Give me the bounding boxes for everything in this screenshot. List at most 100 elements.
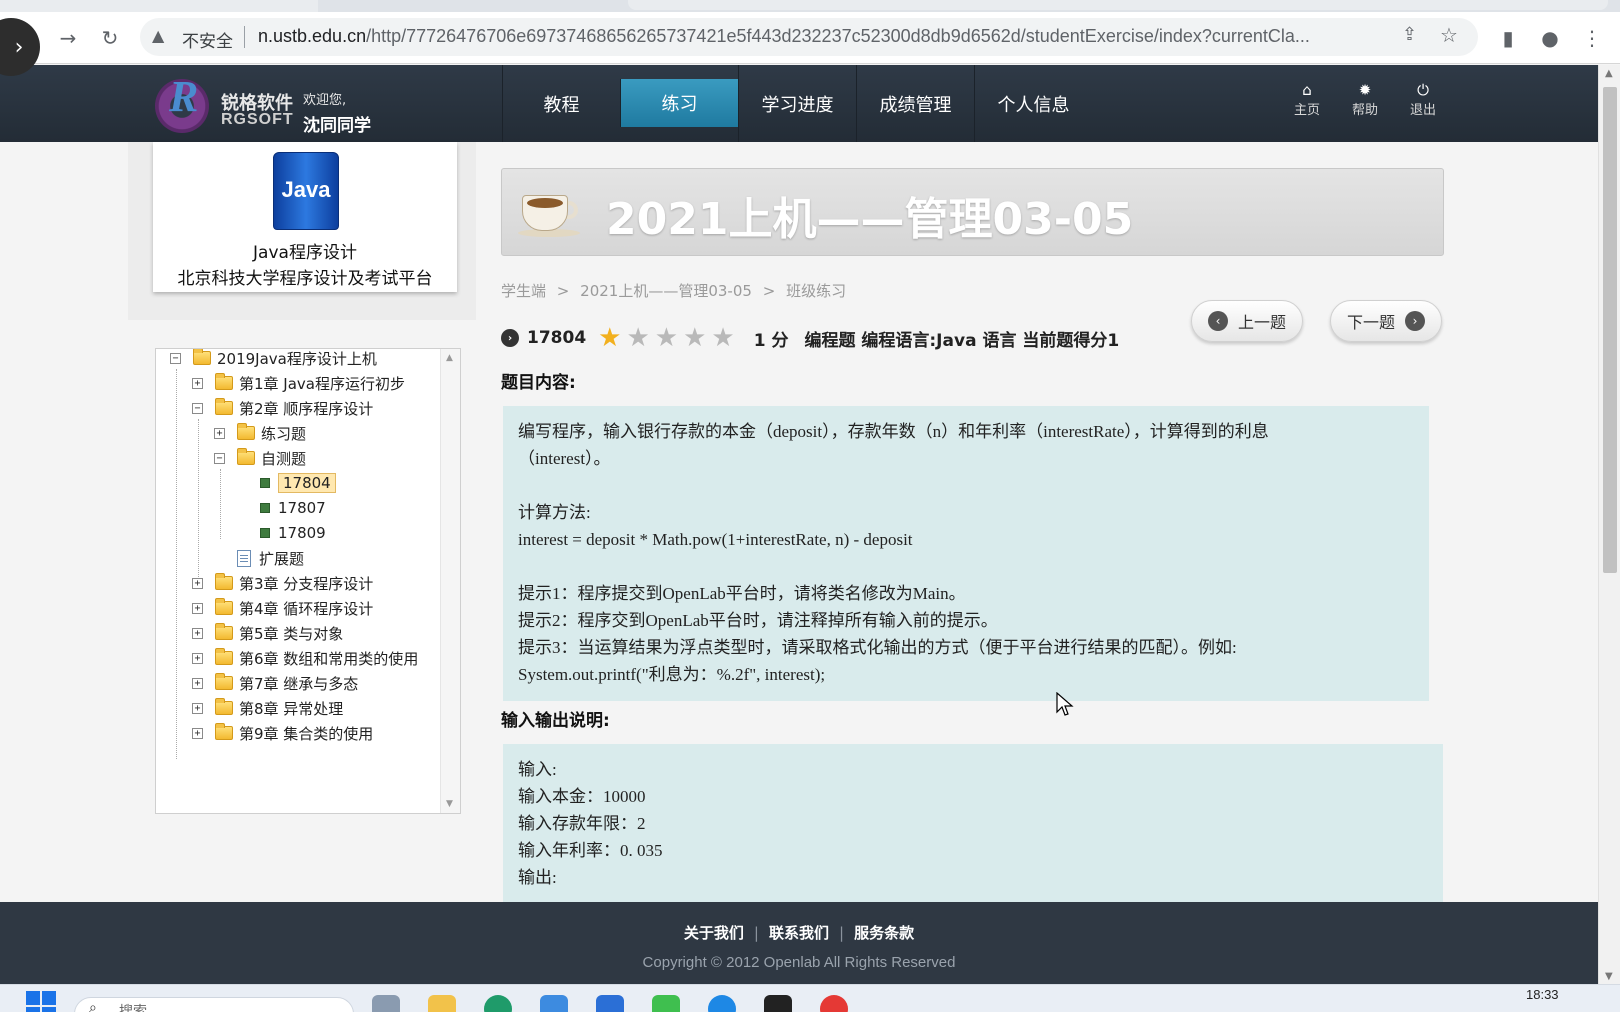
expand-icon[interactable]: + [192,377,203,389]
collapse-icon[interactable]: − [170,352,181,364]
exercise-icon [260,503,270,513]
taskbar-search[interactable]: ⌕ 搜索 [74,997,354,1012]
content-gap [518,553,1414,580]
tree-node-ch5[interactable]: + 第5章 类与对象 [192,621,343,645]
breadcrumb-separator: > [556,282,570,300]
breadcrumb-class-practice[interactable]: 班级练习 [786,282,846,300]
tree-leaf-17807[interactable]: 17807 [260,496,326,520]
content-line: 编写程序，输入银行存款的本金（deposit），存款年数（n）和年利率（inte… [518,422,1269,441]
content-line: 提示2：程序交到OpenLab平台时，请注释掉所有输入前的提示。 [518,611,998,630]
menu-kebab-icon[interactable]: ⋮ [1576,22,1608,54]
reload-icon[interactable]: ↻ [94,22,126,54]
chrome-icon[interactable] [820,995,848,1012]
logout-link[interactable]: ⏻ 退出 [1394,81,1452,118]
tree-node-selftest[interactable]: − 自测题 [214,446,306,470]
expand-icon[interactable]: + [192,702,203,714]
tree-label: 第9章 集合类的使用 [239,724,374,743]
star-empty-icon: ★ [711,323,735,353]
question-id: 17804 [527,328,587,348]
scroll-up-icon[interactable]: ▲ [446,353,453,363]
browser-tab-active[interactable] [628,0,1608,10]
browser-icon[interactable] [708,995,736,1012]
tree-root[interactable]: − 2019Java程序设计上机 [170,349,377,370]
nav-grades[interactable]: 成绩管理 [856,65,974,142]
qq-icon[interactable] [764,995,792,1012]
tree-node-ch7[interactable]: + 第7章 继承与多态 [192,671,358,695]
scroll-up-icon[interactable]: ▲ [1605,68,1613,79]
page-scrollbar[interactable]: ▲ ▼ [1598,65,1620,985]
exercise-icon [260,478,270,488]
tree-node-ch6[interactable]: + 第6章 数组和常用类的使用 [192,646,418,670]
file-explorer-icon[interactable] [428,995,456,1012]
wechat-icon[interactable] [652,995,680,1012]
breadcrumb-student[interactable]: 学生端 [501,282,546,300]
tree-leaf-17809[interactable]: 17809 [260,521,326,545]
exercise-banner: 2021上机——管理03-05 [501,168,1444,256]
nav-practice[interactable]: 练习 [620,79,738,127]
address-bar[interactable]: ▲ 不安全 n.ustb.edu.cn/http/77726476706e697… [140,18,1478,56]
scroll-down-icon[interactable]: ▼ [446,799,453,809]
nav-progress[interactable]: 学习进度 [738,65,856,142]
exercise-icon [260,528,270,538]
tree-leaf-extension[interactable]: 扩展题 [237,546,304,570]
share-icon[interactable]: ⇪ [1402,24,1417,45]
tree-node-ch9[interactable]: + 第9章 集合类的使用 [192,721,373,745]
breadcrumb-exercise-set[interactable]: 2021上机——管理03-05 [580,282,752,300]
tree-node-practice[interactable]: + 练习题 [214,421,306,445]
home-link[interactable]: ⌂ 主页 [1278,81,1336,118]
tree-leaf-17804[interactable]: 17804 [260,471,336,495]
clock: 18:33 [1526,987,1559,1002]
scroll-down-icon[interactable]: ▼ [1605,971,1613,982]
io-line: 输入本金：10000 [518,787,646,806]
tree-node-ch1[interactable]: + 第1章 Java程序运行初步 [192,371,405,395]
site-footer: 关于我们 | 联系我们 | 服务条款 Copyright © 2012 Openlab … [0,902,1598,984]
url-text[interactable]: n.ustb.edu.cn/http/77726476706e697374686… [258,26,1358,47]
bookmark-star-icon[interactable]: ☆ [1440,23,1458,47]
next-question-button[interactable]: 下一题 › [1330,300,1442,342]
expand-icon[interactable]: + [192,627,203,639]
forward-icon[interactable]: → [52,22,84,54]
tree-node-ch2[interactable]: − 第2章 顺序程序设计 [192,396,373,420]
contact-link[interactable]: 联系我们 [769,924,829,942]
browser-toolbar: › ← → ↻ ▲ 不安全 n.ustb.edu.cn/http/7772647… [0,12,1620,76]
star-filled-icon: ★ [598,323,622,353]
windows-start-icon[interactable] [26,991,56,1012]
io-description: 输入: 输入本金：10000 输入存款年限：2 输入年利率：0. 035 输出: [503,744,1443,904]
folder-icon [215,373,233,390]
tree-scrollbar[interactable]: ▲ ▼ [440,349,460,813]
security-label: 不安全 [182,32,233,52]
browser-tab[interactable] [0,0,318,12]
tree-node-ch3[interactable]: + 第3章 分支程序设计 [192,571,373,595]
scroll-thumb[interactable] [1603,87,1617,573]
app-icon[interactable] [596,995,624,1012]
store-icon[interactable] [540,995,568,1012]
utility-nav: ⌂ 主页 ✹ 帮助 ⏻ 退出 [1278,81,1452,118]
io-line: 输出: [518,868,557,887]
edge-icon[interactable] [484,995,512,1012]
terms-link[interactable]: 服务条款 [854,924,914,942]
task-view-icon[interactable] [372,995,400,1012]
folder-open-icon [215,398,233,415]
expand-icon[interactable]: + [192,577,203,589]
about-link[interactable]: 关于我们 [684,924,744,942]
profile-icon[interactable]: ● [1534,22,1566,54]
rgsoft-logo[interactable]: R 锐格软件 RGSOFT 欢迎您, 沈同同学 [155,72,385,136]
nav-profile[interactable]: 个人信息 [974,65,1092,142]
collapse-icon[interactable]: − [214,452,225,464]
expand-icon[interactable]: + [214,427,225,439]
prev-question-button[interactable]: ‹ 上一题 [1191,300,1303,342]
folder-icon [215,673,233,690]
banner-title: 2021上机——管理03-05 [606,194,1134,245]
expand-icon[interactable]: + [192,602,203,614]
tree-node-ch8[interactable]: + 第8章 异常处理 [192,696,343,720]
side-panel-icon[interactable]: ▮ [1492,22,1524,54]
nav-tutorial[interactable]: 教程 [502,65,620,142]
expand-icon[interactable]: + [192,727,203,739]
collapse-icon[interactable]: − [192,402,203,414]
expand-icon[interactable]: + [192,677,203,689]
expand-icon[interactable]: + [192,652,203,664]
help-link[interactable]: ✹ 帮助 [1336,81,1394,118]
io-line: 输入存款年限：2 [518,814,646,833]
tree-node-ch4[interactable]: + 第4章 循环程序设计 [192,596,373,620]
username: 沈同同学 [303,116,371,136]
